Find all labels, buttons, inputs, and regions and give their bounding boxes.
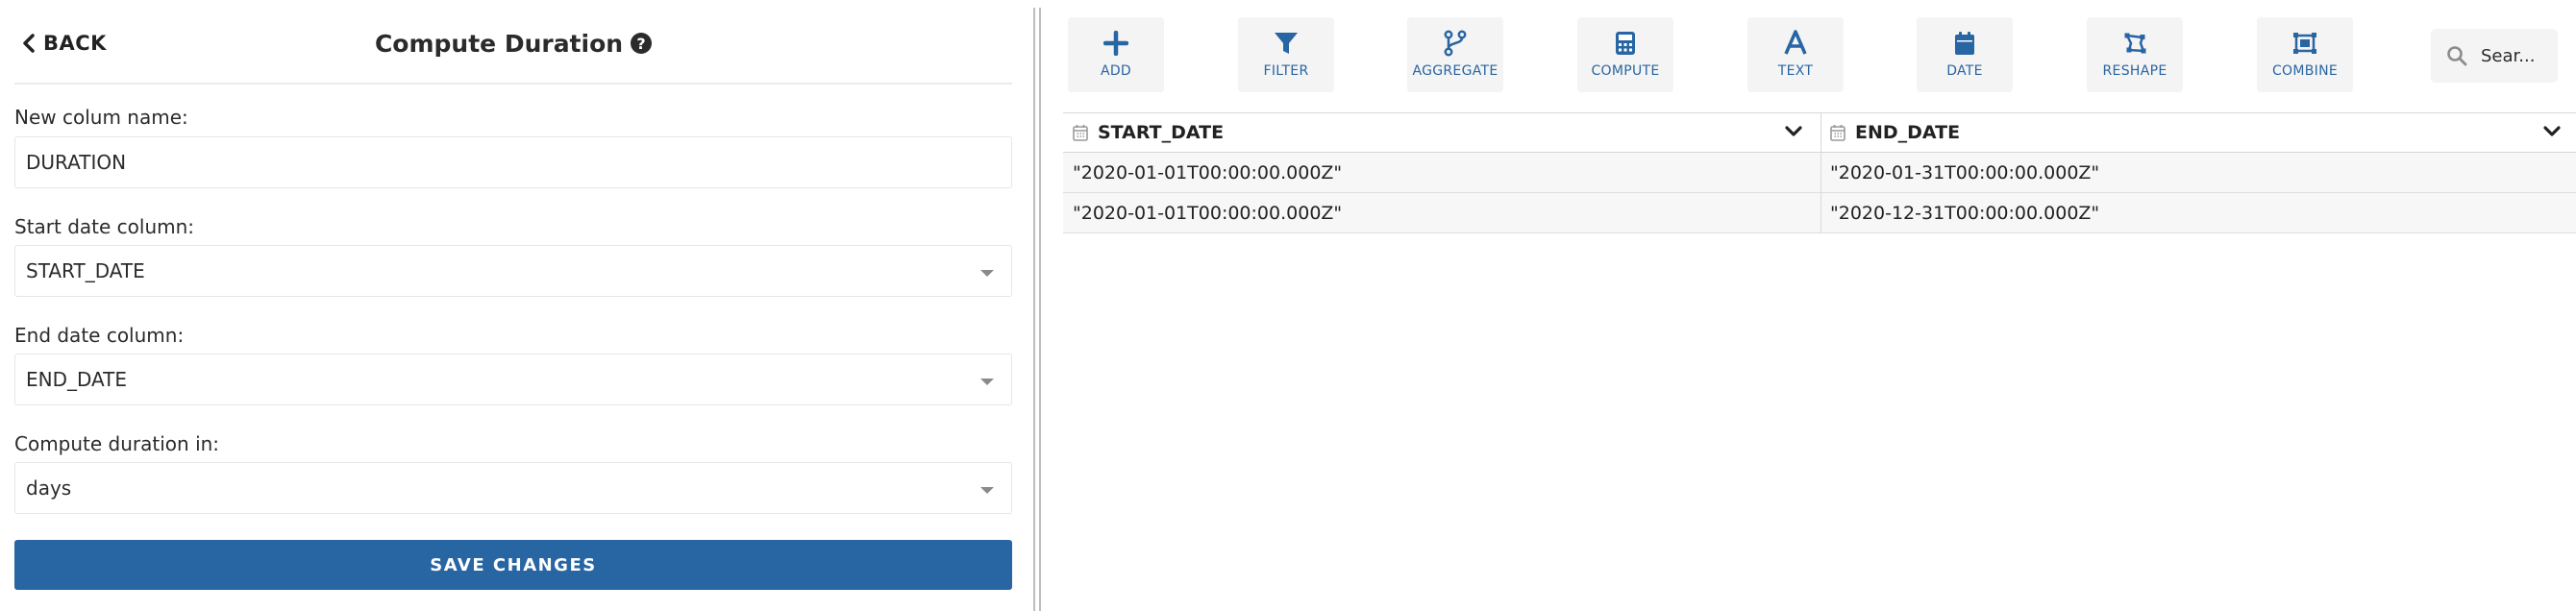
save-changes-button[interactable]: SAVE CHANGES — [14, 540, 1012, 590]
table-row: "2020-01-01T00:00:00.000Z" "2020-01-31T0… — [1063, 153, 2576, 193]
dropdown-caret-icon — [980, 487, 994, 494]
text-label: TEXT — [1777, 63, 1814, 79]
branch-icon — [1444, 30, 1467, 57]
search-placeholder: Sear... — [2481, 45, 2536, 66]
dropdown-caret-icon — [980, 270, 994, 277]
filter-button[interactable]: FILTER — [1238, 17, 1334, 92]
date-label: DATE — [1946, 63, 1983, 79]
end-date-column-label: End date column: — [14, 324, 185, 347]
combine-label: COMBINE — [2271, 63, 2339, 79]
start-date-column-label: Start date column: — [14, 215, 195, 238]
column-header-end-date[interactable]: END_DATE — [1830, 113, 2561, 152]
start-date-column-select[interactable]: START_DATE — [14, 245, 1012, 297]
reshape-icon — [2124, 33, 2146, 54]
filter-icon — [1275, 33, 1298, 54]
start-date-column-value: START_DATE — [26, 259, 145, 282]
save-changes-label: SAVE CHANGES — [430, 554, 597, 575]
app-window: BACK Compute Duration ? New colum name: … — [0, 0, 2576, 611]
end-date-column-select[interactable]: END_DATE — [14, 354, 1012, 405]
table-cell[interactable]: "2020-12-31T00:00:00.000Z" — [1830, 193, 2099, 232]
duration-unit-select[interactable]: days — [14, 462, 1012, 514]
new-column-name-input[interactable]: DURATION — [14, 136, 1012, 188]
compute-button[interactable]: COMPUTE — [1577, 17, 1673, 92]
new-column-name-value: DURATION — [26, 151, 127, 174]
combine-icon — [2293, 33, 2316, 54]
duration-unit-value: days — [26, 477, 72, 500]
calculator-icon — [1616, 32, 1635, 55]
aggregate-label: AGGREGATE — [1412, 63, 1499, 79]
table-cell[interactable]: "2020-01-01T00:00:00.000Z" — [1073, 153, 1342, 192]
chevron-down-icon[interactable] — [2543, 125, 2561, 138]
form-title-text: Compute Duration — [374, 29, 624, 58]
filter-label: FILTER — [1263, 63, 1309, 79]
new-column-name-label: New colum name: — [14, 106, 188, 129]
column-header-start-date[interactable]: START_DATE — [1073, 113, 1822, 152]
plus-icon — [1103, 31, 1128, 56]
compute-label: COMPUTE — [1591, 63, 1660, 79]
duration-unit-label: Compute duration in: — [14, 432, 220, 455]
search-input[interactable]: Sear... — [2431, 29, 2558, 83]
text-button[interactable]: TEXT — [1747, 17, 1844, 92]
table-cell[interactable]: "2020-01-31T00:00:00.000Z" — [1830, 153, 2099, 192]
column-name: END_DATE — [1855, 122, 1961, 143]
calendar-icon — [1955, 32, 1974, 55]
reshape-button[interactable]: RESHAPE — [2087, 17, 2183, 92]
step-form-panel: BACK Compute Duration ? New colum name: … — [0, 0, 1027, 611]
add-button[interactable]: ADD — [1068, 17, 1164, 92]
form-title: Compute Duration ? — [14, 29, 1012, 58]
table-header-row: START_DATE END_DATE — [1063, 112, 2576, 153]
help-icon[interactable]: ? — [631, 33, 653, 54]
search-icon — [2447, 46, 2467, 66]
add-label: ADD — [1100, 63, 1132, 79]
form-header: BACK Compute Duration ? — [14, 0, 1012, 85]
table-cell[interactable]: "2020-01-01T00:00:00.000Z" — [1073, 193, 1342, 232]
combine-button[interactable]: COMBINE — [2257, 17, 2353, 92]
dropdown-caret-icon — [980, 379, 994, 385]
chevron-down-icon[interactable] — [1785, 125, 1802, 138]
panel-resize-handle[interactable] — [1033, 8, 1041, 611]
text-icon — [1784, 30, 1807, 55]
calendar-icon — [1073, 125, 1088, 141]
date-button[interactable]: DATE — [1917, 17, 2013, 92]
column-name: START_DATE — [1098, 122, 1225, 143]
reshape-label: RESHAPE — [2102, 63, 2167, 79]
end-date-column-value: END_DATE — [26, 368, 128, 391]
aggregate-button[interactable]: AGGREGATE — [1407, 17, 1503, 92]
table-row: "2020-01-01T00:00:00.000Z" "2020-12-31T0… — [1063, 193, 2576, 233]
calendar-icon — [1830, 125, 1845, 141]
